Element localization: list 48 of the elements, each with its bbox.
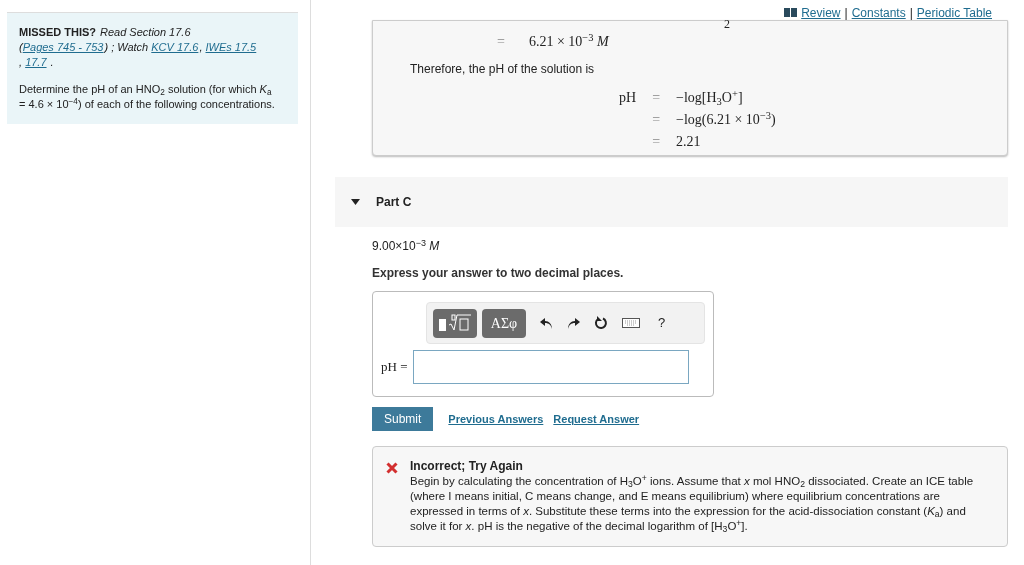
equals-sign: =	[652, 111, 661, 129]
previous-answers-link[interactable]: Previous Answers	[448, 410, 544, 428]
submit-button[interactable]: Submit	[372, 407, 434, 431]
math-expression: −log(6.21 × 10$^{−3}$)	[676, 109, 776, 129]
book-icon	[784, 8, 798, 17]
feedback-title: Incorrect; Try Again	[410, 459, 524, 474]
resource-link[interactable]: 17.7	[25, 55, 48, 70]
math-expression: 6.21 × 10$^{−3}$ M	[528, 31, 609, 51]
field-label: pH =	[381, 358, 408, 377]
undo-icon[interactable]	[540, 317, 553, 329]
link-separator: .	[49, 56, 54, 68]
keyboard-icon[interactable]	[622, 318, 640, 328]
resource-link[interactable]: IWEs 17.5	[205, 40, 258, 55]
link-separator: ) ; Watch	[104, 41, 150, 53]
math-expression: −log[H$_{3}$O$^{+}$]	[676, 87, 744, 108]
equals-sign: =	[652, 133, 661, 151]
resource-link[interactable]: KCV 17.6	[151, 40, 200, 55]
templates-button[interactable]	[433, 308, 477, 338]
feedback-text: Begin by calculating the concentration of H$_{3}$O$^{+}$ ions. Assume that x mol HNO$_{2}$ dissociated. Create an ICE table (where I means initial, C means change, and E means equilibrium) where equilibrium concentrations are expressed in terms of x. Substitute these terms into the expression for the acid-dissociation constant (K$_{a}$) and solve it for x. pH is the negative of the decimal logarithm of [H$_{3}$O$^{+}$].	[410, 475, 974, 532]
answer-field[interactable]	[413, 350, 690, 384]
read-text: Read Section 17.6	[100, 25, 191, 40]
redo-icon[interactable]	[567, 317, 580, 329]
equals-sign: =	[652, 89, 661, 107]
link-separator: (	[19, 41, 23, 53]
problem-prompt: Determine the pH of an HNO$_{2}$ solution (for which K$_{a}$ = 4.6 × 10$^{−4}$) of each of the following concentrations.	[19, 83, 275, 110]
header-link[interactable]: Periodic Table	[916, 3, 992, 22]
link-separator: |	[844, 4, 848, 22]
link-separator: ,	[19, 56, 24, 68]
link-separator: ,	[199, 41, 204, 53]
header-link[interactable]: Review	[801, 3, 841, 22]
symbols-button[interactable]: ΑΣφ	[482, 308, 526, 338]
close-icon	[386, 462, 398, 474]
help-button[interactable]: ?	[654, 313, 670, 333]
caret-icon	[351, 199, 360, 205]
math-expression: 2.21	[676, 133, 702, 151]
fraction-root-icon	[438, 313, 472, 333]
equals-sign: =	[497, 33, 505, 51]
reset-icon[interactable]	[594, 316, 608, 330]
math-expression: pH	[619, 89, 637, 107]
request-answer-link[interactable]: Request Answer	[553, 410, 640, 428]
part-header[interactable]: Part C	[335, 177, 1008, 227]
instruction-text: Express your answer to two decimal places.	[372, 266, 624, 280]
link-separator: |	[909, 4, 913, 22]
missed-label: MISSED THIS?	[19, 25, 96, 40]
given-value: 9.00×10$^{−3}$ M	[372, 239, 440, 253]
solution-text: Therefore, the pH of the solution is	[410, 62, 595, 76]
header-link[interactable]: Constants	[851, 3, 906, 22]
fraction-denominator: 2	[724, 16, 730, 33]
